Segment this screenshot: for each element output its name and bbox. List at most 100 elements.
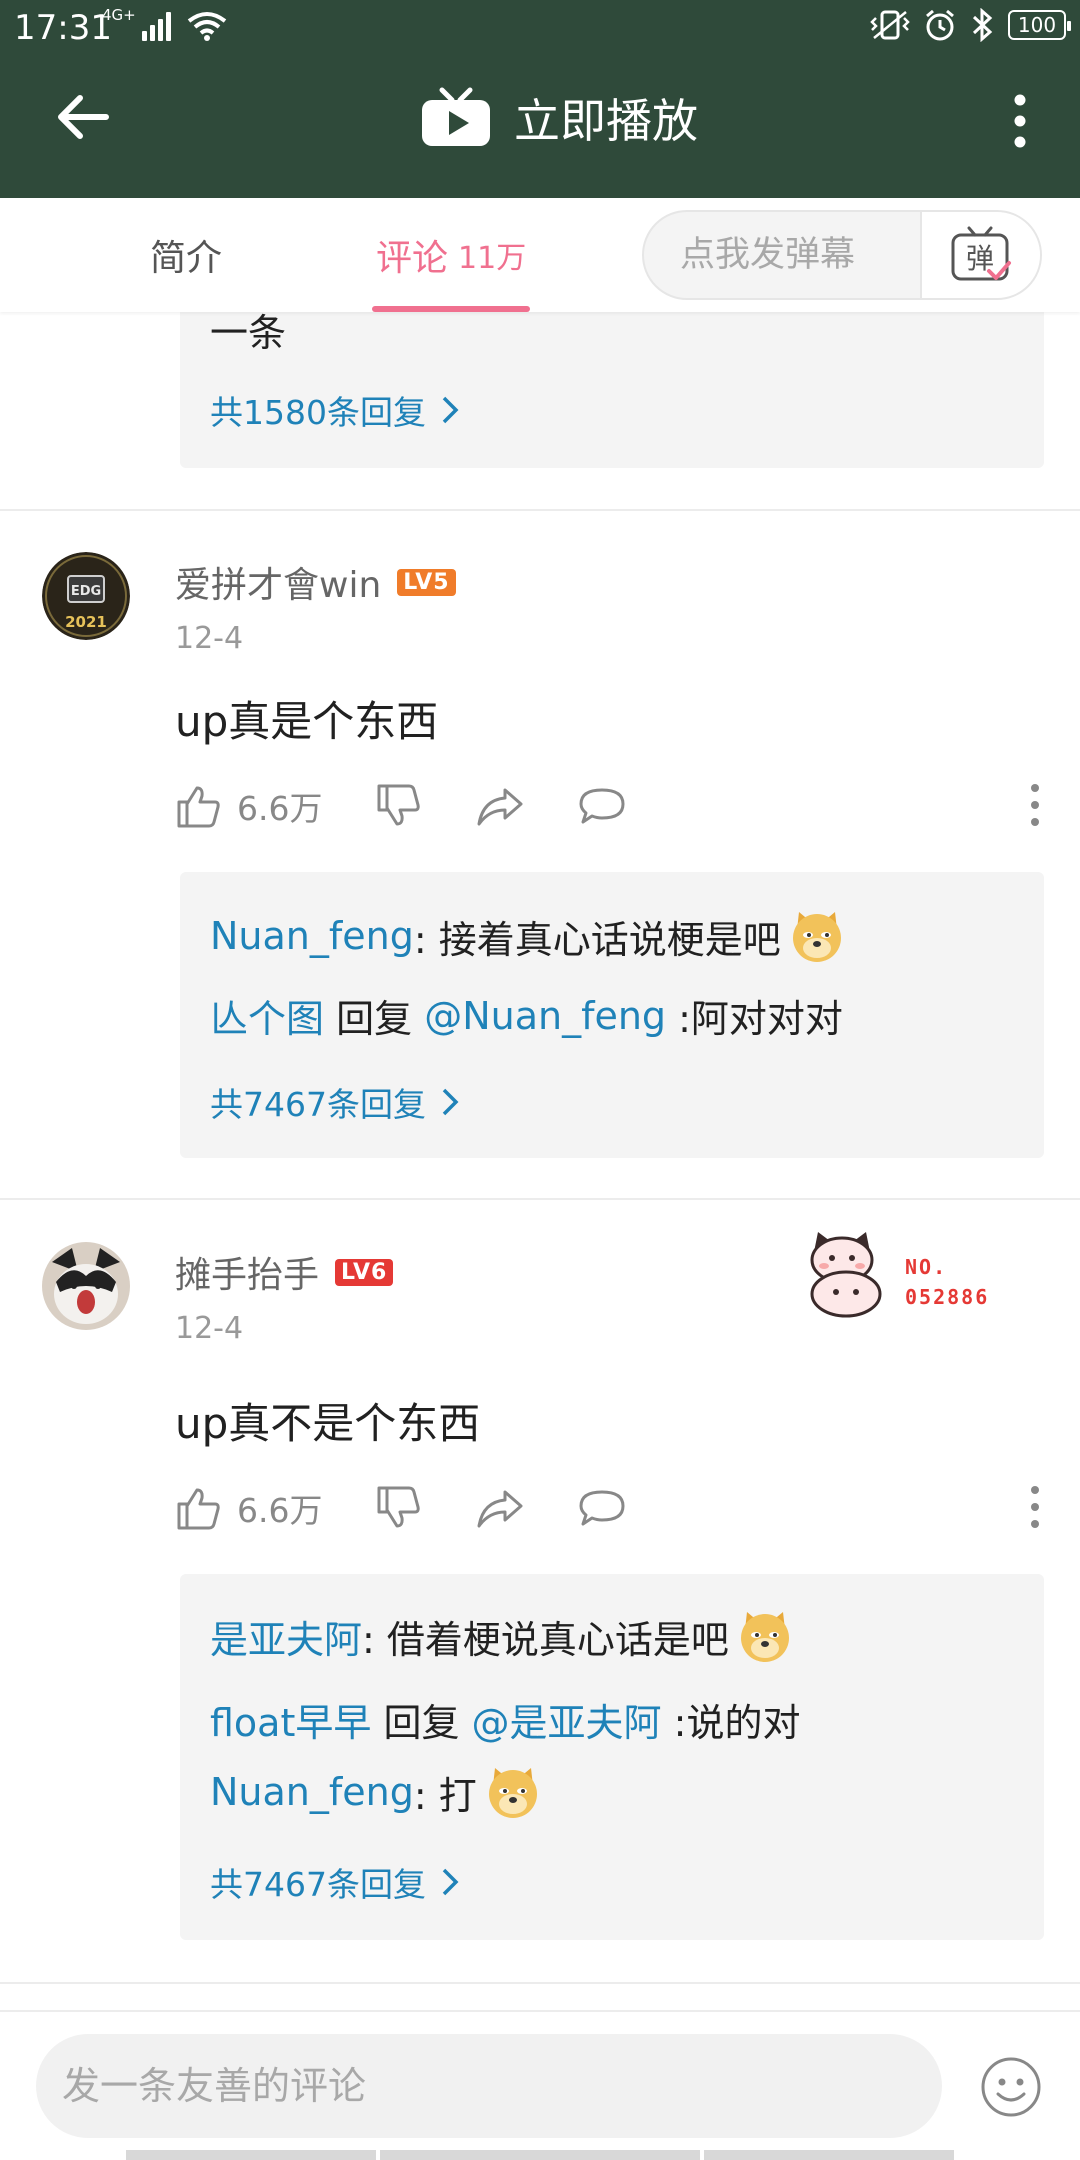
- nav-hint-bar: [704, 2150, 954, 2160]
- comment-input[interactable]: 发一条友善的评论: [36, 2034, 942, 2138]
- avatar[interactable]: EDG 2021: [42, 552, 130, 640]
- tab-indicator: [372, 306, 530, 312]
- avatar-badge-year: 2021: [65, 613, 107, 631]
- doge-emoji-icon: [792, 912, 841, 962]
- share-button[interactable]: [475, 1478, 525, 1538]
- danmaku-placeholder: 点我发弹幕: [680, 235, 856, 275]
- status-time: 17:31: [14, 8, 112, 48]
- dislike-button[interactable]: [375, 1478, 423, 1538]
- comment-content: up真不是个东西: [175, 1399, 481, 1448]
- username-label: 摊手抬手: [175, 1255, 320, 1296]
- dislike-button[interactable]: [375, 776, 423, 836]
- tab-comments-count: 11万: [458, 241, 527, 276]
- divider: [0, 1198, 1080, 1200]
- level-badge: LV6: [335, 1258, 394, 1286]
- more-vertical-icon[interactable]: [995, 86, 1045, 156]
- like-button[interactable]: 6.6万: [175, 776, 322, 836]
- chevron-right-icon: [442, 396, 459, 424]
- back-arrow-icon[interactable]: [50, 82, 120, 152]
- battery-indicator: 100: [1008, 10, 1071, 40]
- reply-button[interactable]: [577, 1478, 627, 1538]
- reply-text: :说的对: [661, 1701, 801, 1745]
- bluetooth-icon: [972, 8, 993, 42]
- tab-bar: 简介 评论 11万 点我发弹幕 弹: [0, 198, 1080, 312]
- reply-username[interactable]: Nuan_feng: [210, 1770, 414, 1814]
- tab-comments-label: 评论: [376, 238, 449, 279]
- tab-comments[interactable]: 评论 11万: [376, 198, 526, 312]
- more-replies-label: 共1580条回复: [210, 393, 426, 432]
- more-replies-link[interactable]: 共7467条回复: [210, 1858, 460, 1906]
- tab-intro[interactable]: 简介: [150, 198, 222, 312]
- status-bar: 17:31 4G+ 100: [0, 0, 1080, 56]
- like-button[interactable]: 6.6万: [175, 1478, 322, 1538]
- fan-badge-value: 052886: [905, 1285, 990, 1309]
- reply-text: : 借着梗说真心话是吧: [362, 1617, 729, 1662]
- reply-word: 回复: [371, 1701, 472, 1745]
- share-icon: [477, 788, 523, 826]
- nav-hint-bar: [380, 2150, 700, 2160]
- reply-panel: 是亚夫阿 : 借着梗说真心话是吧 float早早 回复 @是亚夫阿 :说的对 N…: [180, 1574, 1044, 1940]
- like-count: 6.6万: [237, 1491, 323, 1530]
- reply-panel-partial: 一条 共1580条回复: [180, 300, 1044, 468]
- app-bar: 立即播放: [0, 56, 1080, 198]
- reply-word: 回复: [324, 997, 425, 1041]
- share-button[interactable]: [475, 776, 525, 836]
- doge-emoji-icon: [740, 1612, 789, 1662]
- nav-hint-bar: [126, 2150, 376, 2160]
- more-replies-link[interactable]: 共1580条回复: [210, 386, 460, 434]
- network-indicator: 4G+: [102, 8, 227, 41]
- more-replies-link[interactable]: 共7467条回复: [210, 1078, 460, 1126]
- reply-line[interactable]: Nuan_feng : 打: [210, 1764, 541, 1820]
- comment-actions: 6.6万: [175, 1478, 1045, 1538]
- reply-username[interactable]: 亾个图: [210, 988, 324, 1043]
- thumb-down-icon: [377, 784, 420, 826]
- tv-play-icon: [422, 87, 490, 146]
- wifi-icon: [187, 12, 226, 41]
- avatar-edg-image: EDG 2021: [42, 552, 130, 640]
- reply-text: : 接着真心话说梗是吧: [413, 917, 781, 962]
- reply-target[interactable]: @Nuan_feng: [424, 994, 666, 1038]
- share-icon: [477, 1490, 523, 1528]
- chevron-right-icon: [442, 1088, 459, 1116]
- comment-more-icon[interactable]: [1025, 780, 1045, 830]
- fan-badge-number: NO. 052886: [905, 1252, 989, 1312]
- thumb-up-icon: [177, 1488, 220, 1530]
- signal-icon: [141, 11, 171, 41]
- play-now-label: 立即播放: [514, 94, 698, 148]
- reply-line[interactable]: 亾个图 回复 @Nuan_feng :阿对对对: [210, 988, 843, 1043]
- chevron-right-icon: [442, 1868, 459, 1896]
- danmaku-toggle-button[interactable]: 弹: [920, 212, 1040, 298]
- reply-username[interactable]: 是亚夫阿: [210, 1609, 362, 1664]
- more-replies-label: 共7467条回复: [210, 1865, 426, 1904]
- network-label: 4G+: [102, 6, 136, 24]
- username-label: 爱拼才會win: [175, 565, 382, 606]
- reply-button[interactable]: [577, 776, 627, 836]
- reply-line[interactable]: Nuan_feng : 接着真心话说梗是吧: [210, 908, 845, 964]
- danmaku-input[interactable]: 点我发弹幕 弹: [642, 210, 1042, 300]
- danmaku-tv-icon: 弹: [951, 226, 1011, 281]
- smile-icon[interactable]: [980, 2056, 1042, 2118]
- reply-username[interactable]: Nuan_feng: [210, 914, 414, 958]
- svg-text:EDG: EDG: [71, 584, 101, 599]
- avatar[interactable]: [42, 1242, 130, 1330]
- status-icons: 100: [870, 8, 1071, 42]
- tab-intro-label: 简介: [150, 238, 223, 279]
- divider: [0, 509, 1080, 511]
- comment-more-icon[interactable]: [1025, 1482, 1045, 1532]
- thumb-up-icon: [177, 786, 220, 828]
- reply-line[interactable]: 是亚夫阿 : 借着梗说真心话是吧: [210, 1608, 793, 1664]
- reply-username[interactable]: float早早: [210, 1692, 371, 1747]
- doge-emoji-icon: [488, 1768, 537, 1818]
- comment-content: up真是个东西: [175, 697, 439, 746]
- comment-username[interactable]: 爱拼才會win LV5: [175, 556, 456, 608]
- comment-date: 12-4: [175, 621, 244, 656]
- reply-line[interactable]: float早早 回复 @是亚夫阿 :说的对: [210, 1692, 800, 1747]
- comment-date: 12-4: [175, 1311, 244, 1346]
- comment-username[interactable]: 摊手抬手 LV6: [175, 1246, 394, 1298]
- alarm-icon: [926, 9, 954, 41]
- reply-target[interactable]: @是亚夫阿: [472, 1692, 662, 1747]
- level-badge: LV5: [397, 568, 456, 596]
- like-count: 6.6万: [237, 789, 323, 828]
- play-now-button[interactable]: 立即播放: [420, 78, 698, 158]
- fan-badge-label: NO.: [905, 1255, 948, 1279]
